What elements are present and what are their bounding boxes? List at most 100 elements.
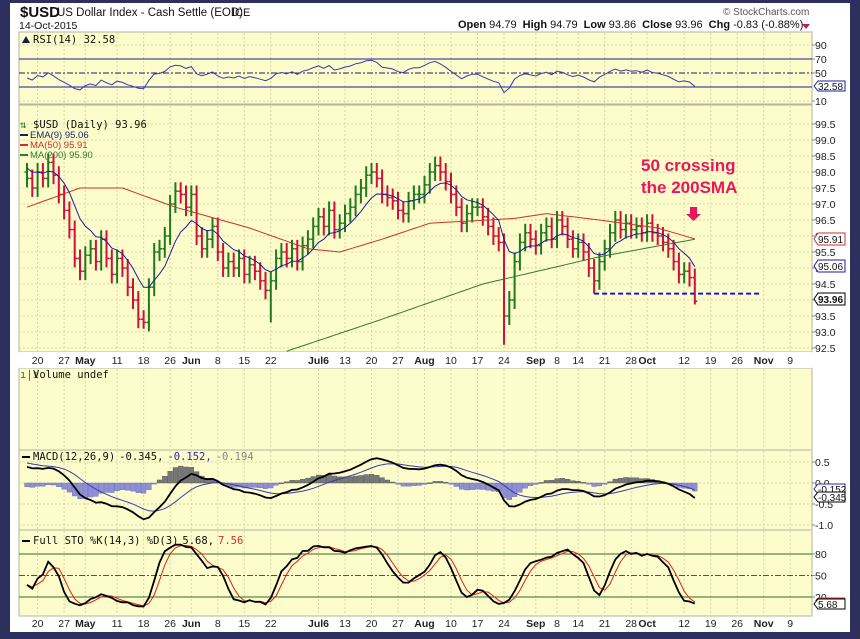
symbol-name: US Dollar Index - Cash Settle (EOD) bbox=[57, 7, 243, 19]
exchange: ICE bbox=[232, 7, 250, 19]
macd-histogram-bar bbox=[384, 479, 391, 484]
macd-histogram-bar bbox=[374, 475, 380, 484]
low-value: 93.86 bbox=[609, 19, 637, 31]
sto-k-value: 5.68, bbox=[182, 535, 214, 547]
macd-swatch bbox=[22, 456, 30, 458]
price-tick-label: 92.5 bbox=[815, 343, 836, 355]
macd-tick-label: 0.5 bbox=[815, 457, 830, 469]
sto-tick-label: 50 bbox=[815, 571, 827, 583]
macd-histogram-bar bbox=[559, 478, 565, 484]
macd-histogram-bar bbox=[246, 482, 253, 488]
copyright: © StockCharts.com bbox=[723, 7, 809, 18]
macd-histogram-bar bbox=[427, 482, 433, 485]
high-value: 94.79 bbox=[550, 19, 578, 31]
macd-histogram-bar bbox=[109, 482, 115, 493]
ohlc-summary: Open 94.79 High 94.79 Low 93.86 Close 93.96 Chg -… bbox=[458, 19, 810, 31]
macd-histogram-bar bbox=[416, 482, 422, 486]
sto-title: Full STO %K(14,3) %D(3) bbox=[33, 535, 178, 547]
date-tick-label: 27 bbox=[58, 618, 70, 630]
sto-swatch bbox=[22, 540, 30, 542]
chart-window: 20 20 27 27 May May 11 11 18 18 26 26 Jun Jun 8 8 15 15 22… bbox=[0, 0, 860, 639]
macd-histogram-bar bbox=[252, 482, 258, 488]
macd-histogram-bar bbox=[24, 482, 30, 488]
price-tick-label: 94.5 bbox=[815, 279, 836, 291]
rsi-title: RSI(14) 32.58 bbox=[33, 34, 115, 46]
macd-histogram-bar bbox=[368, 474, 375, 484]
date-tick-label: 24 bbox=[498, 355, 510, 367]
ma200-swatch bbox=[20, 154, 28, 156]
macd-histogram-bar bbox=[538, 482, 544, 484]
stock-chart[interactable]: 20 20 27 27 May May 11 11 18 18 26 26 Jun Jun 8 8 15 15 22… bbox=[0, 0, 860, 639]
macd-histogram-bar bbox=[517, 482, 523, 493]
open-value: 94.79 bbox=[489, 19, 517, 31]
macd-tag: -0.345 bbox=[813, 491, 847, 504]
macd-histogram-bar bbox=[554, 478, 560, 484]
ema-swatch bbox=[20, 134, 28, 136]
date-tick-label: 12 bbox=[678, 355, 690, 367]
histogram-value: -0.194 bbox=[216, 451, 254, 463]
date-tick-label: 10 bbox=[445, 618, 457, 630]
macd-histogram-bar bbox=[353, 475, 359, 484]
date-tick-label: Aug bbox=[414, 618, 434, 630]
date-tick-label: 13 bbox=[339, 355, 351, 367]
chart-date: 14-Oct-2015 bbox=[19, 20, 78, 32]
macd-histogram-bar bbox=[172, 467, 179, 484]
bars-icon: ⇅ bbox=[20, 119, 27, 131]
date-tick-label: 27 bbox=[392, 355, 404, 367]
date-tick-label: 26 bbox=[731, 355, 743, 367]
date-tick-label: 14 bbox=[572, 618, 584, 630]
annotation-line2: the 200SMA bbox=[641, 178, 737, 197]
date-tick-label: Jun bbox=[182, 355, 201, 367]
date-tick-label: 24 bbox=[498, 618, 510, 630]
price-tick-label: 97.5 bbox=[815, 183, 836, 195]
macd-histogram-bar bbox=[565, 479, 571, 484]
date-tick-label: 9 bbox=[787, 355, 793, 367]
date-tick-label: 18 bbox=[138, 618, 150, 630]
date-tick-label: 21 bbox=[599, 355, 611, 367]
price-tick-label: 99.0 bbox=[815, 135, 836, 147]
macd-histogram-bar bbox=[305, 477, 311, 484]
date-tick-label: 11 bbox=[112, 618, 123, 630]
ema-tag: 95.06 bbox=[813, 259, 846, 273]
macd-histogram-bar bbox=[575, 481, 581, 484]
close-label: Close bbox=[642, 19, 672, 31]
macd-histogram-bar bbox=[602, 482, 608, 485]
macd-histogram-bar bbox=[130, 482, 136, 492]
close-tag: 93.96 bbox=[813, 292, 846, 306]
date-tick-label: 8 bbox=[554, 618, 560, 630]
ma200-legend: MA(200) 95.90 bbox=[30, 150, 93, 161]
date-tick-label: Sep bbox=[526, 355, 545, 367]
chg-value: -0.83 (-0.88%) bbox=[733, 19, 803, 31]
date-tick-label: 26 bbox=[164, 618, 176, 630]
macd-histogram-bar bbox=[406, 482, 412, 487]
volume-panel bbox=[18, 367, 813, 451]
macd-histogram-bar bbox=[294, 480, 300, 484]
ma50-swatch bbox=[20, 144, 28, 146]
macd-histogram-bar bbox=[506, 482, 512, 500]
date-tick-label: 13 bbox=[339, 618, 351, 630]
date-tick-label: 11 bbox=[112, 355, 123, 367]
macd-histogram-bar bbox=[437, 481, 444, 484]
date-tick-label: 15 bbox=[238, 355, 250, 367]
macd-histogram-bar bbox=[512, 482, 518, 497]
macd-histogram-bar bbox=[284, 481, 290, 484]
rsi-tick-label: 50 bbox=[815, 68, 827, 80]
price-tick-label: 96.5 bbox=[815, 215, 836, 227]
rsi-tick-label: 10 bbox=[815, 96, 827, 108]
date-tick-label: Jun bbox=[182, 618, 201, 630]
macd-histogram-bar bbox=[395, 482, 401, 485]
macd-histogram-bar bbox=[135, 482, 141, 493]
svg-text:Full STO %K(14,3) %D(3)5.68,7.: Full STO %K(14,3) %D(3) 5.68, 7.56 bbox=[33, 535, 243, 547]
macd-histogram-bar bbox=[103, 482, 110, 493]
macd-title: MACD(12,26,9) bbox=[33, 451, 115, 463]
rsi-tick-label: 90 bbox=[815, 40, 827, 52]
macd-histogram-bar bbox=[358, 475, 364, 484]
macd-histogram-bar bbox=[114, 482, 120, 491]
rsi-legend: RSI(14) 32.58 bbox=[22, 34, 115, 46]
macd-histogram-bar bbox=[443, 482, 449, 484]
macd-histogram-bar bbox=[421, 482, 428, 485]
svg-text:32.58: 32.58 bbox=[818, 82, 843, 93]
volume-title: Volume undef bbox=[33, 369, 109, 381]
svg-text:95.91: 95.91 bbox=[818, 235, 843, 246]
close-value: 93.96 bbox=[675, 19, 703, 31]
